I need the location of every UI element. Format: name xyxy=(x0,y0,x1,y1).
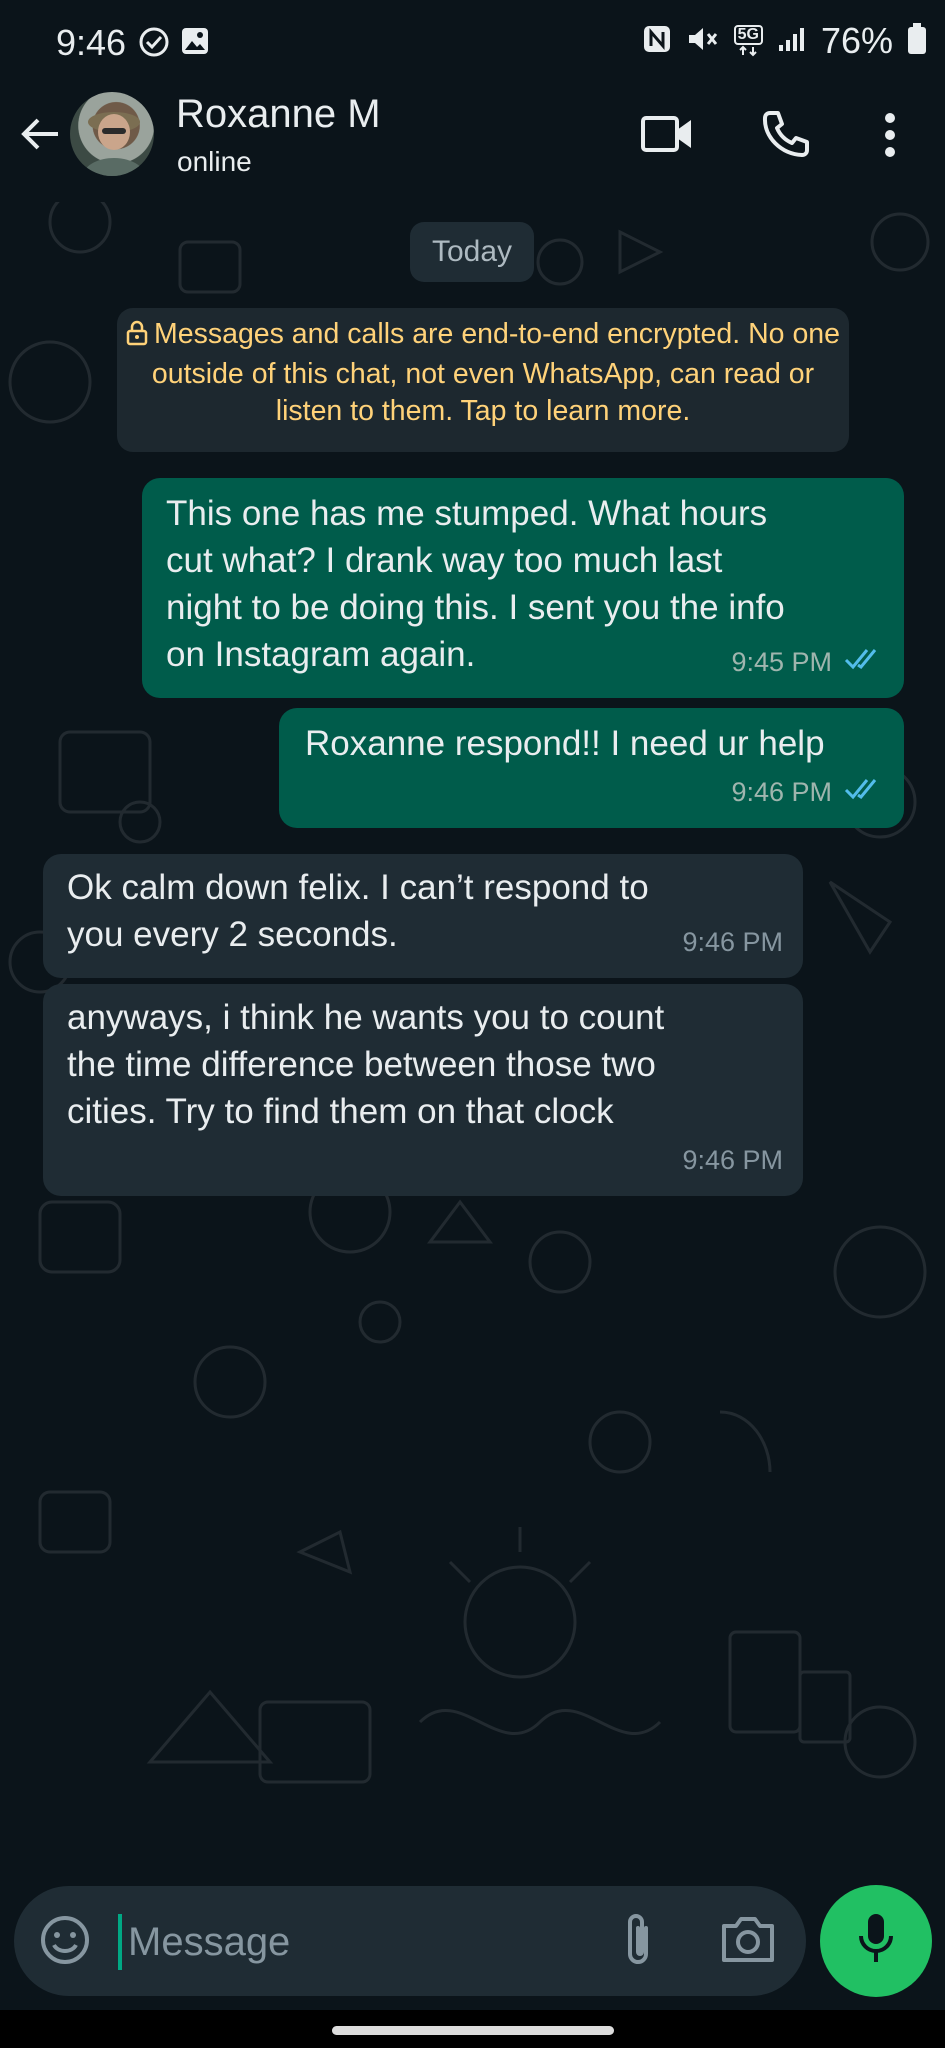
battery-percent: 76% xyxy=(820,20,893,61)
chat-area[interactable]: Today Messages and calls are end-to-end … xyxy=(0,202,945,1872)
encryption-notice[interactable]: Messages and calls are end-to-end encryp… xyxy=(117,308,849,452)
emoji-icon[interactable] xyxy=(38,1913,92,1972)
system-nav-bar xyxy=(0,2010,945,2048)
back-arrow-icon[interactable] xyxy=(18,112,62,161)
check-circle-icon xyxy=(138,26,170,63)
message-text: anyways, i think he wants you to count t… xyxy=(67,998,665,1131)
lock-icon xyxy=(126,319,148,356)
message-time: 9:46 PM xyxy=(731,777,832,807)
nfc-icon xyxy=(642,24,672,59)
contact-status: online xyxy=(177,146,252,177)
mute-icon xyxy=(686,24,720,59)
message-time: 9:46 PM xyxy=(682,1145,783,1175)
signal-icon xyxy=(777,25,807,58)
message-text: Ok calm down felix. I can’t respond to y… xyxy=(67,868,649,954)
date-chip: Today xyxy=(410,222,534,282)
microphone-icon xyxy=(856,1912,896,1971)
text-cursor xyxy=(118,1914,122,1970)
network-5g-icon: 5G xyxy=(733,25,763,57)
read-receipt-icon xyxy=(844,769,884,816)
chat-header: Roxanne M online xyxy=(0,82,945,202)
message-text: Roxanne respond!! I need ur help xyxy=(305,724,825,763)
battery-icon xyxy=(907,22,927,60)
message-time: 9:45 PM xyxy=(731,647,832,677)
voice-call-icon[interactable] xyxy=(760,108,810,163)
contact-name[interactable]: Roxanne M xyxy=(176,92,381,137)
more-options-icon[interactable] xyxy=(878,112,902,163)
status-bar: 9:46 5G 76% xyxy=(0,0,945,82)
message-input[interactable] xyxy=(126,1906,610,1978)
gallery-icon xyxy=(180,26,210,63)
avatar[interactable] xyxy=(70,92,154,176)
message-bubble-outgoing[interactable]: Roxanne respond!! I need ur help 9:46 PM xyxy=(279,708,904,828)
message-composer xyxy=(14,1886,806,1996)
camera-icon[interactable] xyxy=(720,1914,776,1969)
read-receipt-icon xyxy=(844,639,884,686)
message-bubble-incoming[interactable]: Ok calm down felix. I can’t respond to y… xyxy=(43,854,803,978)
message-bubble-outgoing[interactable]: This one has me stumped. What hours cut … xyxy=(142,478,904,698)
video-call-icon[interactable] xyxy=(640,112,694,161)
message-bubble-incoming[interactable]: anyways, i think he wants you to count t… xyxy=(43,984,803,1196)
status-time: 9:46 xyxy=(56,22,127,63)
attach-icon[interactable] xyxy=(618,1910,658,1975)
encryption-notice-text: Messages and calls are end-to-end encryp… xyxy=(151,318,840,427)
voice-message-button[interactable] xyxy=(820,1885,932,1997)
message-time: 9:46 PM xyxy=(682,927,783,957)
home-gesture-handle[interactable] xyxy=(332,2026,614,2035)
network-label: 5G xyxy=(733,25,763,45)
